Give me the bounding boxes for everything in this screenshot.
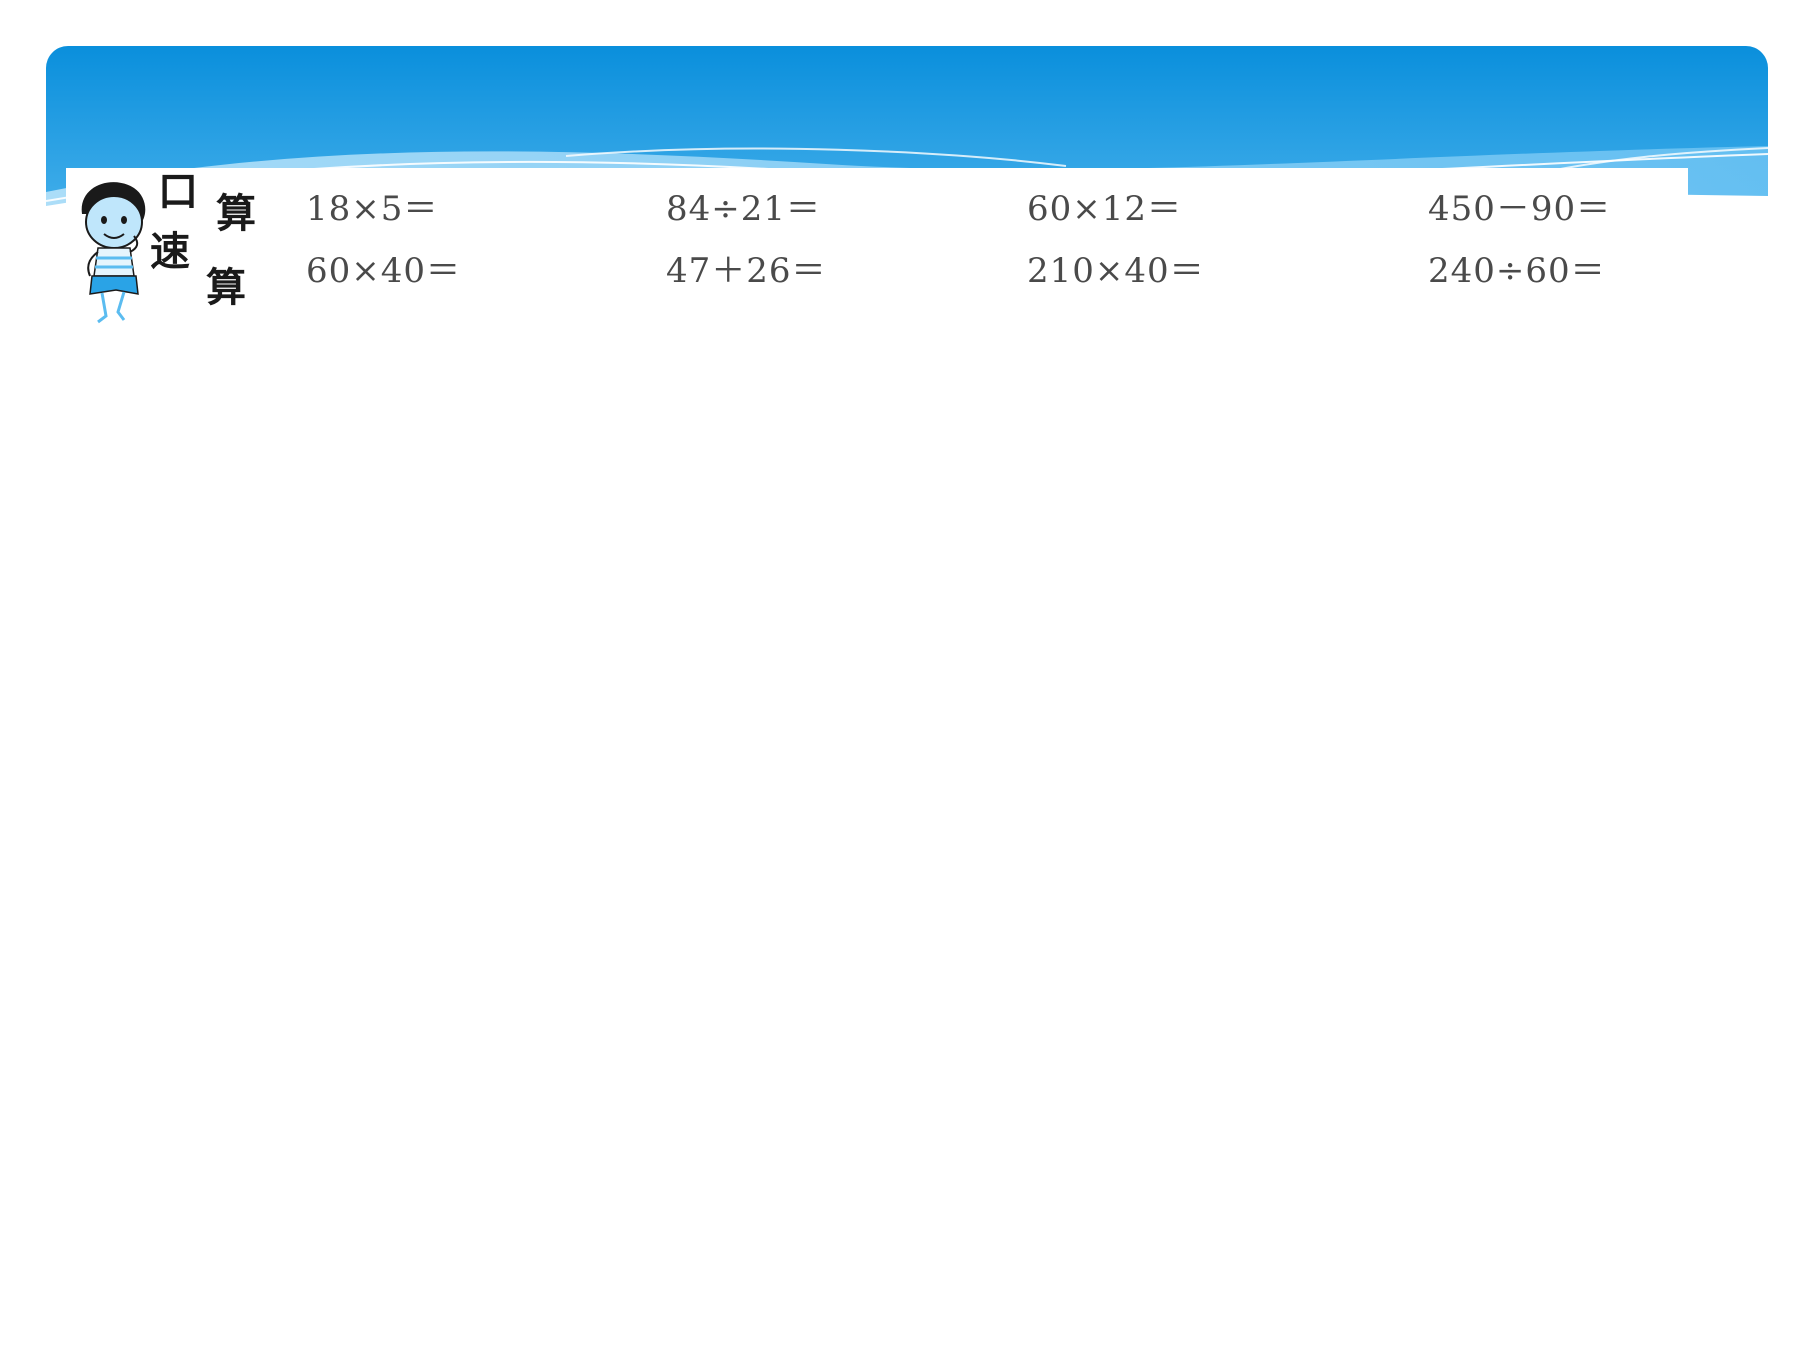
arithmetic-problem: 47＋26＝ [666, 251, 827, 291]
cartoon-boy-icon [81, 182, 146, 324]
heading-char: 算 [206, 265, 246, 311]
arithmetic-problem: 240÷60＝ [1428, 251, 1606, 291]
arithmetic-problem: 60×40＝ [306, 251, 462, 291]
oral-arithmetic-card: 口 算 速 算 18×5＝ 84÷21＝ 60×12＝ 450－90＝ 60×4… [66, 168, 1688, 330]
heading-char: 速 [150, 229, 190, 275]
arithmetic-problem: 210×40＝ [1027, 251, 1205, 291]
heading-char: 口 [158, 169, 198, 215]
arithmetic-problem: 450－90＝ [1428, 189, 1612, 229]
arithmetic-problem: 60×12＝ [1027, 189, 1183, 229]
arithmetic-problem: 84÷21＝ [666, 189, 822, 229]
arithmetic-problem: 18×5＝ [306, 189, 439, 229]
heading-char: 算 [216, 191, 256, 237]
